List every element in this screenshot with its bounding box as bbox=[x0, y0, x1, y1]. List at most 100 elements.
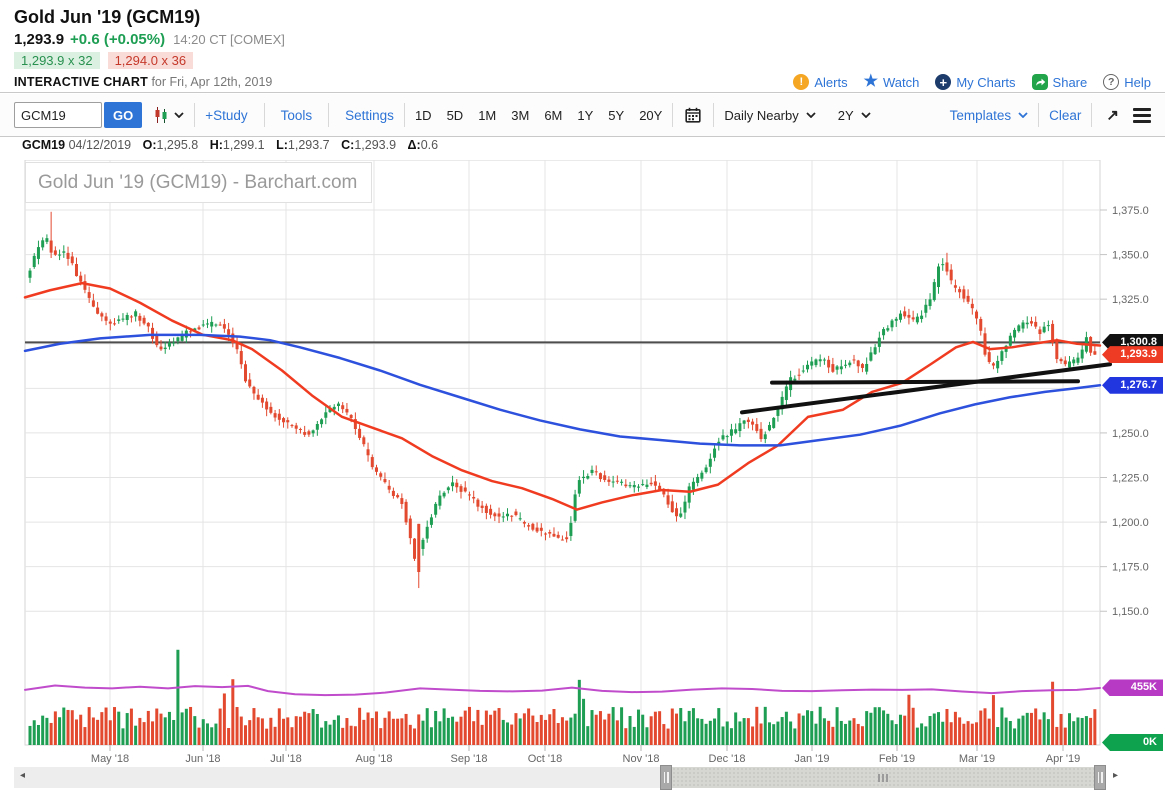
high-value: 1,299.1 bbox=[222, 138, 265, 152]
divider bbox=[403, 103, 405, 127]
question-icon: ? bbox=[1103, 74, 1120, 90]
chart-toolbar: GO +Study Tools Settings 1D 5D 1M 3M 6M 1Y 5Y 2… bbox=[0, 94, 1165, 137]
settings-button[interactable]: Settings bbox=[345, 108, 394, 123]
frequency-dropdown[interactable]: Daily Nearby bbox=[724, 108, 816, 123]
help-link[interactable]: ? Help bbox=[1103, 74, 1151, 90]
calendar-icon bbox=[685, 107, 701, 123]
y-axis-label: 1,175.0 bbox=[1112, 562, 1149, 574]
x-axis-label: Feb '19 bbox=[879, 753, 915, 765]
y-axis-label: 1,325.0 bbox=[1112, 294, 1149, 306]
price-badge: 1,276.7 bbox=[1102, 376, 1163, 394]
price-change: +0.6 (+0.05%) bbox=[70, 31, 166, 48]
clear-button[interactable]: Clear bbox=[1049, 108, 1081, 123]
scrollbar-right-handle[interactable] bbox=[1094, 765, 1106, 790]
add-study-button[interactable]: +Study bbox=[205, 108, 247, 123]
bid-ask-row: 1,293.9 x 32 1,294.0 x 36 bbox=[14, 52, 1165, 69]
alerts-link[interactable]: ! Alerts bbox=[793, 74, 848, 90]
divider bbox=[194, 103, 196, 127]
price-badge: 1,293.9 bbox=[1102, 346, 1163, 364]
last-price: 1,293.9 bbox=[14, 31, 65, 48]
symbol-input[interactable] bbox=[14, 102, 102, 128]
x-axis-label: Apr '19 bbox=[1046, 753, 1081, 765]
scrollbar-left-handle[interactable] bbox=[660, 765, 672, 790]
x-axis-label: May '18 bbox=[91, 753, 129, 765]
delta-value: 0.6 bbox=[420, 138, 439, 152]
ask-value: 1,294.0 x 36 bbox=[107, 52, 194, 69]
alert-icon: ! bbox=[793, 74, 810, 90]
menu-icon[interactable] bbox=[1133, 107, 1151, 123]
go-button[interactable]: GO bbox=[104, 102, 143, 128]
scroll-left-icon[interactable]: ◂ bbox=[20, 770, 25, 781]
candlestick-icon bbox=[155, 107, 167, 123]
chart-watermark: Gold Jun '19 (GCM19) - Barchart.com bbox=[25, 162, 372, 203]
scroll-right-icon[interactable]: ▸ bbox=[1113, 770, 1118, 781]
volume-badge: 0K bbox=[1102, 733, 1163, 751]
price-chart[interactable]: May '18 Jun '18 Jul '18 Aug '18 Sep '18 Oct '… bbox=[0, 160, 1165, 790]
y-axis-label: 1,225.0 bbox=[1112, 472, 1149, 484]
y-axis-label: 1,150.0 bbox=[1112, 606, 1149, 618]
x-axis-label: Sep '18 bbox=[451, 753, 488, 765]
templates-dropdown[interactable]: Templates bbox=[950, 108, 1029, 123]
my-charts-link[interactable]: + My Charts bbox=[935, 74, 1016, 90]
chart-scrollbar-track[interactable]: ◂ ▸ bbox=[14, 765, 1118, 790]
x-axis-label: Nov '18 bbox=[623, 753, 660, 765]
price-row: 1,293.9 +0.6 (+0.05%) 14:20 CT [COMEX] bbox=[14, 31, 1165, 48]
ohlc-symbol: GCM19 bbox=[22, 138, 66, 152]
range-button-3m[interactable]: 3M bbox=[511, 108, 529, 123]
x-axis-label: Mar '19 bbox=[959, 753, 995, 765]
chevron-down-icon bbox=[174, 112, 184, 118]
divider bbox=[713, 103, 715, 127]
scrollbar-grip bbox=[878, 773, 888, 782]
share-icon bbox=[1031, 74, 1048, 90]
share-link[interactable]: Share bbox=[1031, 74, 1087, 90]
quote-time: 14:20 CT [COMEX] bbox=[173, 32, 285, 47]
open-value: 1,295.8 bbox=[156, 138, 199, 152]
x-axis-label: Jul '18 bbox=[270, 753, 301, 765]
range-button-5d[interactable]: 5D bbox=[447, 108, 464, 123]
volume-badge: 455K bbox=[1102, 679, 1163, 697]
x-axis-label: Dec '18 bbox=[709, 753, 746, 765]
low-value: 1,293.7 bbox=[287, 138, 330, 152]
watch-link[interactable]: ★ Watch bbox=[864, 74, 920, 90]
chevron-down-icon bbox=[806, 112, 816, 118]
range-button-1m[interactable]: 1M bbox=[478, 108, 496, 123]
expand-arrow-icon[interactable]: ↗ bbox=[1106, 106, 1119, 124]
divider bbox=[263, 103, 265, 127]
lookback-dropdown[interactable]: 2Y bbox=[838, 108, 871, 123]
chart-scrollbar-thumb[interactable] bbox=[660, 765, 1106, 790]
star-icon: ★ bbox=[863, 73, 878, 90]
bid-value: 1,293.9 x 32 bbox=[14, 52, 100, 69]
range-button-1d[interactable]: 1D bbox=[415, 108, 432, 123]
barchart-interactive-chart-page: Gold Jun '19 (GCM19) 1,293.9 +0.6 (+0.05… bbox=[0, 0, 1165, 790]
x-axis-label: Jun '18 bbox=[185, 753, 220, 765]
y-axis-label: 1,200.0 bbox=[1112, 517, 1149, 529]
divider bbox=[672, 103, 674, 127]
ohlc-date: 04/12/2019 bbox=[68, 138, 132, 152]
divider bbox=[1038, 103, 1040, 127]
page-title: Gold Jun '19 (GCM19) bbox=[14, 7, 201, 27]
plus-circle-icon: + bbox=[935, 74, 952, 90]
y-axis-label: 1,350.0 bbox=[1112, 250, 1149, 262]
trend-line[interactable] bbox=[770, 379, 1080, 385]
range-buttons: 1D 5D 1M 3M 6M 1Y 5Y 20Y bbox=[415, 108, 662, 123]
ohlc-info-bar: GCM19 04/12/2019 O:1,295.8 H:1,299.1 L:1… bbox=[22, 138, 439, 152]
quote-header: Gold Jun '19 (GCM19) 1,293.9 +0.6 (+0.05… bbox=[0, 0, 1165, 93]
page-subtitle: INTERACTIVE CHART for Fri, Apr 12th, 201… bbox=[14, 75, 273, 89]
x-axis-label: Aug '18 bbox=[356, 753, 393, 765]
y-axis-label: 1,250.0 bbox=[1112, 428, 1149, 440]
chart-area: May '18 Jun '18 Jul '18 Aug '18 Sep '18 Oct '… bbox=[0, 160, 1165, 790]
x-axis-label: Jan '19 bbox=[794, 753, 829, 765]
chevron-down-icon bbox=[1018, 112, 1028, 118]
x-axis-label: Oct '18 bbox=[528, 753, 563, 765]
divider bbox=[328, 103, 330, 127]
range-button-6m[interactable]: 6M bbox=[544, 108, 562, 123]
y-axis-label: 1,375.0 bbox=[1112, 205, 1149, 217]
close-value: 1,293.9 bbox=[354, 138, 397, 152]
range-button-20y[interactable]: 20Y bbox=[639, 108, 662, 123]
range-button-1y[interactable]: 1Y bbox=[577, 108, 593, 123]
calendar-icon-button[interactable] bbox=[685, 107, 701, 123]
range-button-5y[interactable]: 5Y bbox=[608, 108, 624, 123]
chart-type-dropdown[interactable] bbox=[154, 107, 184, 123]
divider bbox=[1091, 103, 1093, 127]
tools-button[interactable]: Tools bbox=[281, 108, 313, 123]
